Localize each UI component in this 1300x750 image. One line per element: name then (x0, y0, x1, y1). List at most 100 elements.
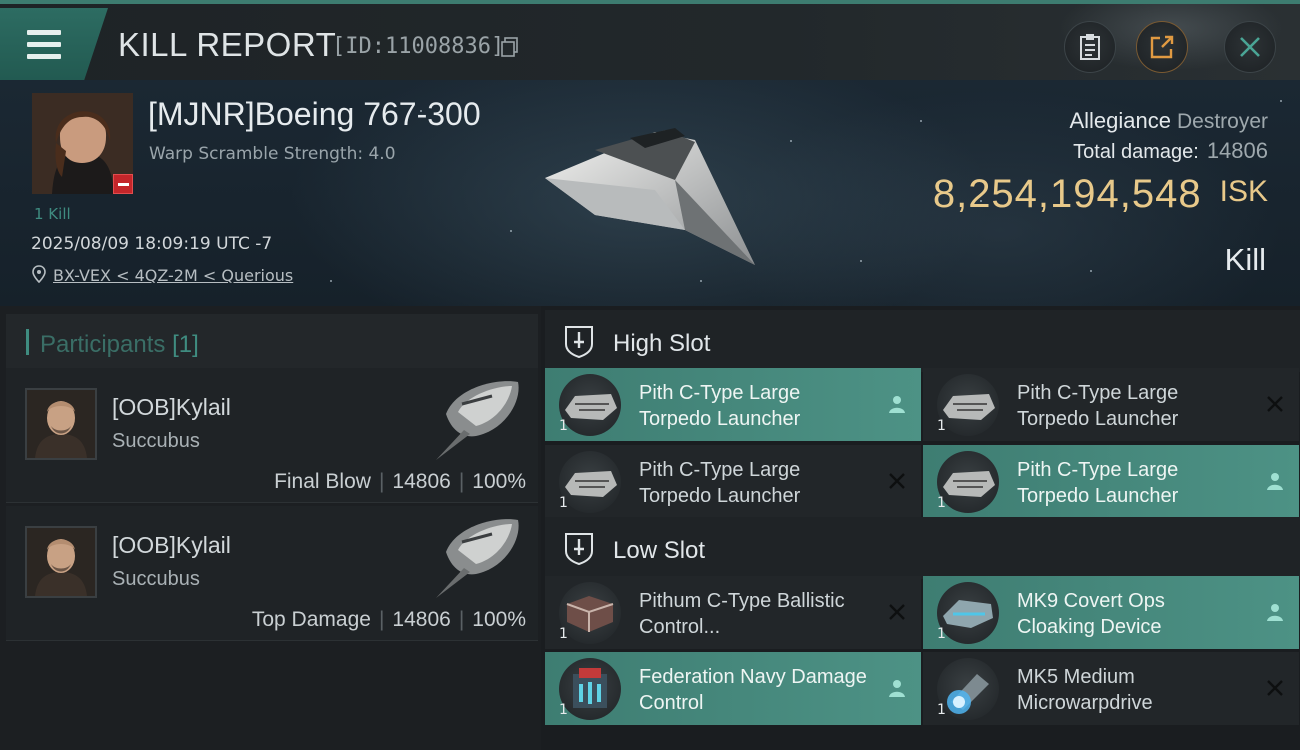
module-item[interactable]: 1 Federation Navy Damage Control (545, 652, 921, 725)
high-slot-icon (565, 326, 593, 358)
module-name: Pith C-Type Large Torpedo Launcher (1017, 382, 1179, 430)
isk-value: 8,254,194,548 (932, 172, 1202, 216)
participant-ship: Succubus (112, 430, 200, 452)
kill-count: 1 Kill (34, 205, 71, 223)
participant-avatar[interactable] (25, 388, 97, 460)
module-name: MK9 Covert Ops Cloaking Device (1017, 590, 1165, 638)
module-item[interactable]: 1 Pith C-Type Large Torpedo Launcher (923, 368, 1299, 441)
isk-unit: ISK (1219, 175, 1268, 208)
destroyed-x-icon (889, 604, 905, 620)
participant-row[interactable]: [OOB]Kylail Succubus Final Blow | 14806 | 10… (6, 368, 538, 503)
close-icon (1240, 37, 1260, 57)
participant-avatar[interactable] (25, 526, 97, 598)
dropped-person-icon (1267, 604, 1283, 621)
destroyed-x-icon (889, 473, 905, 489)
participant-percent: 100% (472, 608, 526, 631)
fitting-panel: High Slot 1 Pith C-Type Large Torpedo La… (541, 306, 1300, 750)
module-item[interactable]: 1 Pith C-Type Large Torpedo Launcher (923, 445, 1299, 518)
low-slot-icon (565, 533, 593, 565)
copy-icon[interactable] (501, 37, 519, 57)
module-name: MK5 Medium Microwarpdrive (1017, 666, 1153, 714)
participant-role: Top Damage (251, 608, 371, 631)
total-damage-value: 14806 (1206, 138, 1268, 163)
clipboard-button[interactable] (1064, 21, 1116, 73)
participant-damage: 14806 (392, 608, 451, 631)
page-title: KILL REPORT (118, 26, 337, 63)
dropped-person-icon (1267, 473, 1283, 490)
victim-summary: [MJNR]Boeing 767-300 Warp Scramble Stren… (0, 80, 1300, 306)
participant-ship-image (436, 519, 519, 598)
share-icon (1150, 35, 1174, 59)
participants-label: Participants (40, 331, 166, 358)
module-quantity: 1 (937, 702, 946, 718)
warp-scramble-strength: Warp Scramble Strength: 4.0 (149, 144, 396, 164)
participant-role: Final Blow (274, 470, 371, 493)
allegiance: Allegiance Destroyer (1069, 108, 1268, 134)
low-slot-header: Low Slot (545, 517, 1300, 579)
total-damage: Total damage: 14806 (1073, 138, 1268, 164)
low-slot-label: Low Slot (613, 537, 706, 564)
high-slot-label: High Slot (613, 330, 711, 357)
damage-control-icon (559, 658, 621, 720)
total-damage-label: Total damage: (1073, 141, 1199, 163)
participant-percent: 100% (472, 470, 526, 493)
module-item[interactable]: 1 Pith C-Type Large Torpedo Launcher (545, 368, 921, 441)
module-quantity: 1 (559, 702, 568, 718)
participant-ship: Succubus (112, 568, 200, 590)
participants-panel: Participants [1] [OOB]Kylail Succubus Fi… (0, 306, 541, 750)
share-button[interactable] (1136, 21, 1188, 73)
dropped-person-icon (889, 680, 905, 697)
participant-name[interactable]: [OOB]Kylail (112, 532, 231, 559)
hostile-badge (113, 174, 133, 194)
module-name: Pith C-Type Large Torpedo Launcher (639, 382, 801, 430)
module-quantity: 1 (937, 626, 946, 642)
close-button[interactable] (1224, 21, 1276, 73)
module-item[interactable]: 1 MK5 Medium Microwarpdrive (923, 652, 1299, 725)
result-label: Kill (1224, 242, 1266, 277)
location-link[interactable]: BX-VEX < 4QZ-2M < Querious (53, 266, 293, 285)
participant-stats: Top Damage | 14806 | 100% (251, 608, 526, 631)
cloaking-device-icon (937, 582, 999, 644)
module-name: Pithum C-Type Ballistic Control... (639, 590, 845, 638)
destroyed-x-icon (1267, 396, 1283, 412)
microwarpdrive-icon (937, 658, 999, 720)
module-item[interactable]: 1 MK9 Covert Ops Cloaking Device (923, 576, 1299, 649)
torpedo-launcher-icon (937, 374, 999, 436)
module-quantity: 1 (937, 495, 946, 511)
location-pin-icon (32, 265, 46, 283)
victim-ship-image (545, 128, 755, 265)
module-name: Pith C-Type Large Torpedo Launcher (1017, 459, 1179, 507)
torpedo-launcher-icon (559, 374, 621, 436)
hamburger-icon (27, 30, 61, 66)
menu-button[interactable] (0, 8, 108, 80)
participant-name[interactable]: [OOB]Kylail (112, 394, 231, 421)
allegiance-label: Allegiance (1069, 108, 1171, 133)
participant-row[interactable]: [OOB]Kylail Succubus Top Damage | 14806 | 10… (6, 506, 538, 641)
top-bar: KILL REPORT [ID:11008836] (0, 0, 1300, 84)
module-name: Federation Navy Damage Control (639, 666, 867, 714)
torpedo-launcher-icon (559, 451, 621, 513)
ballistic-control-icon (559, 582, 621, 644)
dropped-person-icon (889, 396, 905, 413)
destroyed-x-icon (1267, 680, 1283, 696)
header-accent-bar (26, 329, 29, 355)
module-item[interactable]: 1 Pith C-Type Large Torpedo Launcher (545, 445, 921, 518)
participants-count: [1] (172, 331, 199, 358)
participants-header: Participants [1] (6, 314, 538, 370)
isk-loss: 8,254,194,548 ISK (933, 172, 1268, 217)
torpedo-launcher-icon (937, 451, 999, 513)
participant-ship-image (436, 381, 519, 460)
kill-timestamp: 2025/08/09 18:09:19 UTC -7 (31, 234, 273, 254)
victim-name[interactable]: [MJNR]Boeing 767-300 (148, 96, 481, 133)
clipboard-icon (1080, 34, 1100, 60)
module-quantity: 1 (937, 418, 946, 434)
high-slot-header: High Slot (545, 310, 1300, 372)
module-item[interactable]: 1 Pithum C-Type Ballistic Control... (545, 576, 921, 649)
participant-stats: Final Blow | 14806 | 100% (274, 470, 526, 493)
module-name: Pith C-Type Large Torpedo Launcher (639, 459, 801, 507)
module-quantity: 1 (559, 626, 568, 642)
participant-damage: 14806 (392, 470, 451, 493)
module-quantity: 1 (559, 495, 568, 511)
module-quantity: 1 (559, 418, 568, 434)
report-id: [ID:11008836] (332, 34, 505, 59)
